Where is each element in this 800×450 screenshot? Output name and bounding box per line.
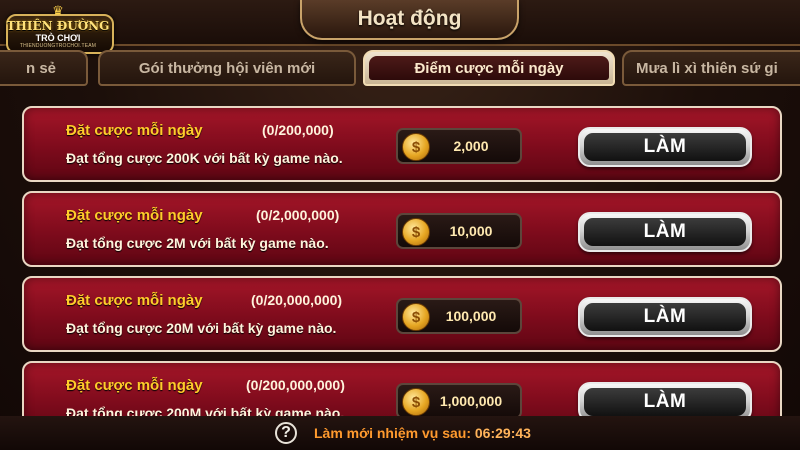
crown-icon: ♛ [52,3,64,18]
dollar-coin-icon: $ [402,388,430,416]
task-progress: (0/20,000,000) [251,292,343,308]
tab-label: n sẻ [25,59,56,77]
logo-text-sub: TRÒ CHƠI [35,33,81,43]
task-title: Đặt cược mỗi ngày [66,292,203,309]
reward-amount: 100,000 [445,308,497,324]
task-description: Đạt tổng cược 200K với bất kỳ game nào. [66,150,343,166]
task-title: Đặt cược mỗi ngày [66,207,203,224]
title-plate: Hoạt động [300,0,519,40]
logo: ♛ THIÊN ĐƯỜNG TRÒ CHƠI THIENDUONGTROCHOI… [6,3,114,56]
reward-amount: 1,000,000 [439,393,503,409]
reward-box: $ 10,000 [396,213,522,249]
task-title: Đặt cược mỗi ngày [66,377,203,394]
task-title: Đặt cược mỗi ngày [66,122,203,139]
tab-angel-red-envelope-rain[interactable]: Mưa lì xì thiên sứ gi [622,50,800,86]
task-list[interactable]: Đặt cược mỗi ngày (0/200,000) Đạt tổng c… [22,98,782,418]
logo-text-url: THIENDUONGTROCHOI.TEAM [19,43,97,49]
tab-label: Mưa lì xì thiên sứ gi [636,59,778,77]
reward-amount: 2,000 [453,138,489,154]
do-task-button[interactable]: LÀM [578,382,752,418]
task-description: Đạt tổng cược 20M với bất kỳ game nào. [66,320,337,336]
tab-new-member-bonus[interactable]: Gói thưởng hội viên mới [98,50,356,86]
button-label: LÀM [643,306,687,327]
reward-box: $ 1,000,000 [396,383,522,418]
refresh-countdown: Làm mới nhiệm vụ sau: 06:29:43 [314,425,531,441]
tab-share[interactable]: n sẻ [0,50,88,86]
task-card: Đặt cược mỗi ngày (0/20,000,000) Đạt tổn… [22,276,782,352]
tab-daily-bet-points[interactable]: Điểm cược mỗi ngày [363,50,615,86]
tab-bar: n sẻ Gói thưởng hội viên mới Điểm cược m… [0,50,800,90]
logo-text-main: THIÊN ĐƯỜNG [6,19,110,33]
task-progress: (0/200,000) [262,122,334,138]
task-card: Đặt cược mỗi ngày (0/200,000) Đạt tổng c… [22,106,782,182]
button-label: LÀM [643,221,687,242]
dollar-coin-icon: $ [402,133,430,161]
tab-label: Điểm cược mỗi ngày [414,59,564,77]
task-card: Đặt cược mỗi ngày (0/2,000,000) Đạt tổng… [22,191,782,267]
do-task-button[interactable]: LÀM [578,212,752,252]
refresh-time: 06:29:43 [474,425,531,441]
task-progress: (0/2,000,000) [256,207,340,223]
reward-amount: 10,000 [449,223,493,239]
button-label: LÀM [643,136,687,157]
reward-box: $ 100,000 [396,298,522,334]
tab-label: Gói thưởng hội viên mới [138,59,316,77]
task-progress: (0/200,000,000) [246,377,345,393]
footer: ? Làm mới nhiệm vụ sau: 06:29:43 [0,416,800,450]
do-task-button[interactable]: LÀM [578,297,752,337]
question-mark-icon[interactable]: ? [275,422,297,444]
task-card: Đặt cược mỗi ngày (0/200,000,000) Đạt tổ… [22,361,782,418]
task-description: Đạt tổng cược 2M với bất kỳ game nào. [66,235,329,251]
reward-box: $ 2,000 [396,128,522,164]
refresh-label: Làm mới nhiệm vụ sau: [314,425,471,441]
dollar-coin-icon: $ [402,303,430,331]
page-title: Hoạt động [357,7,462,30]
dollar-coin-icon: $ [402,218,430,246]
button-label: LÀM [643,391,687,412]
do-task-button[interactable]: LÀM [578,127,752,167]
